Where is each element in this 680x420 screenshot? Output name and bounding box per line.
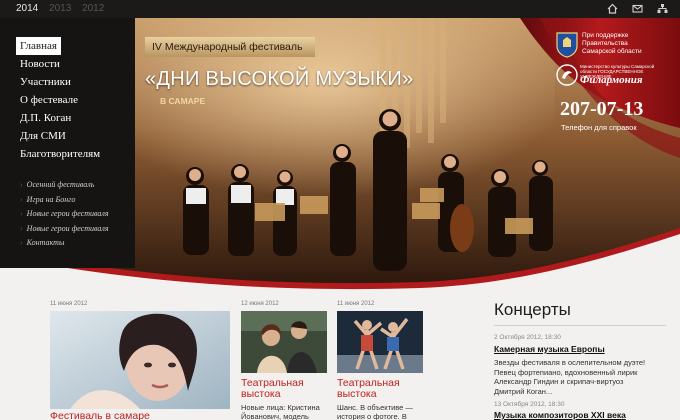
phone-label: Телефон для справок — [561, 123, 637, 132]
main-nav: Главная Новости Участники О фестевале Д.… — [16, 36, 100, 163]
nav-item-participants[interactable]: Участники — [16, 73, 100, 91]
concert-title-1[interactable]: Камерная музыка Европы — [494, 344, 605, 354]
year-link-2014[interactable]: 2014 — [16, 3, 38, 14]
sub-nav: Осенний фестиваль Игра на Бонго Новые ге… — [20, 178, 109, 251]
home-icon[interactable] — [607, 3, 618, 14]
nav-item-home[interactable]: Главная — [16, 37, 61, 55]
news-date-2: 12 июня 2012 — [241, 301, 279, 307]
subnav-item-contacts[interactable]: Контакты — [20, 236, 109, 251]
year-link-2013[interactable]: 2013 — [49, 3, 71, 14]
nav-item-press[interactable]: Для СМИ — [16, 127, 100, 145]
year-link-2012[interactable]: 2012 — [82, 3, 104, 14]
philharmonic-name: Филармония — [580, 74, 643, 86]
news-title-2[interactable]: Театральная выстока — [241, 378, 331, 400]
left-nav-panel: Главная Новости Участники О фестевале Д.… — [0, 18, 135, 268]
top-bar: 2014 2013 2012 — [0, 0, 680, 18]
sitemap-icon[interactable] — [657, 3, 668, 14]
news-date-1: 11 июня 2012 — [50, 301, 88, 307]
nav-item-about[interactable]: О фестевале — [16, 91, 100, 109]
news-title-3[interactable]: Театральная выстока — [337, 378, 427, 400]
subnav-item-bongo[interactable]: Игра на Бонго — [20, 193, 109, 208]
news-date-3: 11 июня 2012 — [337, 301, 375, 307]
concert-desc-1: Звезды фестиваля в ослепительном дуэте! … — [494, 358, 646, 396]
nav-item-sponsors[interactable]: Благотворителям — [16, 145, 100, 163]
news-text-3: Шанс. В объективе — история о фотоге. В — [337, 403, 413, 420]
philharmonic-logo-icon — [556, 64, 578, 86]
news-text-2: Новые лица: Кристина Йованович, модель — [241, 403, 320, 420]
phone-number[interactable]: 207-07-13 — [560, 98, 643, 121]
concerts-heading: Концерты — [494, 300, 571, 319]
news-image-1[interactable] — [50, 311, 230, 409]
festival-label: IV Международный фестиваль — [145, 37, 315, 57]
top-icons — [607, 3, 668, 14]
year-switcher: 2014 2013 2012 — [16, 3, 112, 14]
concert-title-2[interactable]: Музыка композиторов XXI века — [494, 410, 626, 420]
nav-item-kogan[interactable]: Д.П. Коган — [16, 109, 100, 127]
nav-item-news[interactable]: Новости — [16, 55, 100, 73]
news-image-2[interactable] — [241, 311, 327, 373]
news-image-3[interactable] — [337, 311, 423, 373]
subnav-item-heroes-2[interactable]: Новые герои фестиваля — [20, 222, 109, 237]
news-title-1[interactable]: Фестиваль в самаре — [50, 411, 150, 420]
festival-title: «ДНИ ВЫСОКОЙ МУЗЫКИ» — [145, 68, 414, 90]
subnav-item-heroes-1[interactable]: Новые герои фестиваля — [20, 207, 109, 222]
festival-city: В САМАРЕ — [160, 96, 206, 106]
mail-icon[interactable] — [632, 3, 643, 14]
region-crest-icon — [556, 32, 578, 58]
hero-banner: Главная Новости Участники О фестевале Д.… — [0, 18, 680, 290]
concert-date-2: 13 Октября 2012, 18:30 — [494, 401, 565, 408]
concerts-divider — [494, 325, 666, 326]
support-text: При поддержке Правительства Самарской об… — [582, 32, 642, 55]
subnav-item-autumn[interactable]: Осенний фестиваль — [20, 178, 109, 193]
concert-date-1: 2 Октября 2012, 18:30 — [494, 334, 561, 341]
